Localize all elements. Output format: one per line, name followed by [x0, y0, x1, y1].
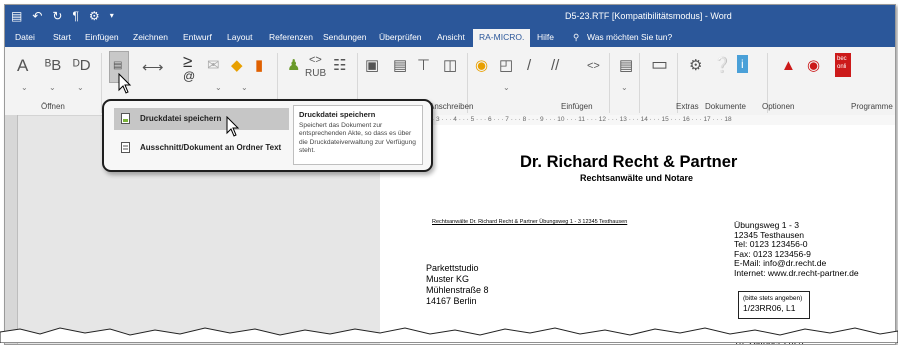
firm-name: Dr. Richard Recht & Partner [520, 153, 738, 171]
document-icon[interactable]: ▤ [393, 57, 407, 75]
ribbon-tabs: Datei Start Einfügen Zeichnen Entwurf La… [5, 27, 895, 47]
gear-icon[interactable]: ⚙ [689, 57, 702, 75]
mail-icon[interactable]: ✉ [207, 57, 220, 75]
beck-online-label[interactable]: bec onli [835, 53, 851, 77]
recipient-line: 14167 Berlin [426, 296, 477, 306]
word-window: ▤ ↶ ↻ ¶ ⚙ ▾ D5-23.RTF [Kompatibilitätsmo… [4, 4, 896, 345]
note-icon[interactable]: ▮ [255, 57, 263, 75]
menu-item-label: Ausschnitt/Dokument an Ordner Text [140, 143, 282, 152]
folder-icon[interactable]: ◆ [231, 57, 243, 75]
tooltip-body: Speichert das Dokument zur entsprechende… [299, 122, 416, 154]
menu-item-label: Druckdatei speichern [140, 114, 222, 123]
tab-referenzen[interactable]: Referenzen [269, 32, 313, 42]
list-icon[interactable]: ▤ [619, 57, 633, 75]
chevron-down-icon[interactable]: ⌄ [241, 83, 248, 92]
chevron-down-icon[interactable]: ⌄ [21, 83, 28, 92]
mouse-cursor-icon [226, 116, 240, 137]
group-label-oeffnen: Öffnen [41, 102, 65, 111]
firm-address-line: Internet: www.dr.recht-partner.de [734, 267, 859, 278]
chevron-down-icon[interactable]: ⌄ [621, 83, 628, 92]
table-icon[interactable]: ◫ [443, 57, 457, 75]
chevron-down-icon[interactable]: ⌄ [49, 83, 56, 92]
title-bar: ▤ ↶ ↻ ¶ ⚙ ▾ D5-23.RTF [Kompatibilitätsmo… [5, 5, 895, 27]
rub-label: RUB [305, 68, 327, 79]
tab-datei[interactable]: Datei [15, 32, 35, 42]
torn-edge-decoration [0, 327, 898, 343]
group-label-optionen: Optionen [762, 102, 795, 111]
firm-subtitle: Rechtsanwälte und Notare [580, 173, 694, 183]
graduation-cap-icon[interactable]: ▲ [781, 57, 796, 75]
reference-label: (bitte stets angeben) [743, 295, 803, 302]
network-icon[interactable]: ☷ [333, 57, 346, 75]
dropdown-icon[interactable]: ▾ [110, 9, 114, 23]
recipient-line: Muster KG [426, 274, 470, 284]
pilcrow-icon[interactable]: ¶ [72, 9, 78, 23]
tab-ra-micro[interactable]: RA-MICRO. [473, 29, 531, 47]
tooltip-title: Druckdatei speichern [299, 110, 376, 119]
group-label-einfuegen: Einfügen [561, 102, 593, 111]
tab-layout[interactable]: Layout [227, 32, 253, 42]
help-icon[interactable]: ❔ [713, 57, 732, 75]
group-label-anschreiben: Anschreiben [429, 102, 474, 111]
vertical-ruler [5, 115, 18, 344]
chevron-down-icon[interactable]: ⌄ [77, 83, 84, 92]
custom-icon[interactable]: ⚙ [89, 9, 100, 23]
menu-item-ausschnitt-an-ordner[interactable]: Ausschnitt/Dokument an Ordner Text [114, 137, 289, 159]
coin-icon[interactable]: ◉ [475, 57, 488, 75]
search-hint[interactable]: Was möchten Sie tun? [587, 32, 672, 42]
stamp-icon[interactable]: ◰ [499, 57, 513, 75]
info-icon[interactable]: i [737, 55, 748, 73]
group-label-programme: Programme [851, 102, 893, 111]
reference-box: (bitte stets angeben) 1/23RR06, L1 [738, 291, 810, 319]
document-folder-icon [121, 142, 130, 153]
wifi-icon[interactable]: ◉ [807, 57, 820, 75]
lightbulb-icon: ⚲ [573, 32, 580, 42]
firm-address: Übungsweg 1 - 3 12345 Testhausen Tel: 01… [734, 220, 859, 279]
tab-entwurf[interactable]: Entwurf [183, 32, 212, 42]
menu-item-druckdatei-speichern[interactable]: Druckdatei speichern [114, 108, 289, 130]
window-title: D5-23.RTF [Kompatibilitätsmodus] - Word [565, 11, 732, 21]
mouse-cursor-icon [118, 73, 132, 94]
horizontal-ruler: · 1 · · · 1 · · · 2 · · · 3 · · · 4 · · … [380, 115, 895, 125]
quick-access-toolbar: ▤ ↶ ↻ ¶ ⚙ ▾ [11, 9, 114, 23]
text-field-icon[interactable]: ⊤ [417, 57, 430, 75]
redo-icon[interactable]: ↻ [52, 9, 62, 23]
group-label-dokumente: Dokumente [705, 102, 746, 111]
page-icon[interactable]: ▣ [365, 57, 379, 75]
people-icon[interactable]: ♟ [287, 57, 300, 75]
angle-brackets-icon[interactable]: <> [587, 57, 600, 75]
chevron-down-icon[interactable]: ⌄ [215, 83, 222, 92]
ribbon-separator [609, 53, 610, 113]
tab-start[interactable]: Start [53, 32, 71, 42]
ra-button-b[interactable]: ᴮB [45, 57, 61, 75]
undo-icon[interactable]: ↶ [32, 9, 42, 23]
ra-button-a[interactable]: A [17, 57, 28, 75]
tooltip: Druckdatei speichern Speichert das Dokum… [293, 105, 423, 165]
tab-zeichnen[interactable]: Zeichnen [133, 32, 168, 42]
reference-number: 1/23RR06, L1 [743, 303, 796, 313]
ribbon-separator [639, 53, 640, 113]
tab-hilfe[interactable]: Hilfe [537, 32, 554, 42]
recipient-address: Parkettstudio Muster KG Mühlenstraße 8 1… [426, 263, 489, 307]
ra-button-d[interactable]: ᴰD [73, 57, 91, 75]
documents-icon[interactable]: ▭ [651, 55, 668, 73]
sender-line: Rechtsanwälte Dr. Richard Recht & Partne… [432, 219, 628, 225]
tab-ueberpruefen[interactable]: Überprüfen [379, 32, 422, 42]
recipient-line: Parkettstudio [426, 263, 479, 273]
at-icon: @ [183, 69, 196, 83]
recipient-line: Mühlenstraße 8 [426, 285, 489, 295]
chevron-down-icon[interactable]: ⌄ [503, 83, 510, 92]
save-icon[interactable]: ▤ [11, 9, 22, 23]
save-print-icon [121, 113, 130, 124]
tab-sendungen[interactable]: Sendungen [323, 32, 367, 42]
tab-ansicht[interactable]: Ansicht [437, 32, 465, 42]
slash-icon[interactable]: / [527, 57, 531, 75]
document-page[interactable]: Dr. Richard Recht & Partner Rechtsanwält… [380, 125, 895, 344]
double-slash-icon[interactable]: // [551, 57, 559, 75]
group-label-extras: Extras [676, 102, 699, 111]
tab-einfuegen[interactable]: Einfügen [85, 32, 119, 42]
druckdatei-dropdown: Druckdatei speichern Ausschnitt/Dokument… [102, 99, 433, 172]
ruler-icon[interactable]: ⟷ [142, 59, 164, 77]
